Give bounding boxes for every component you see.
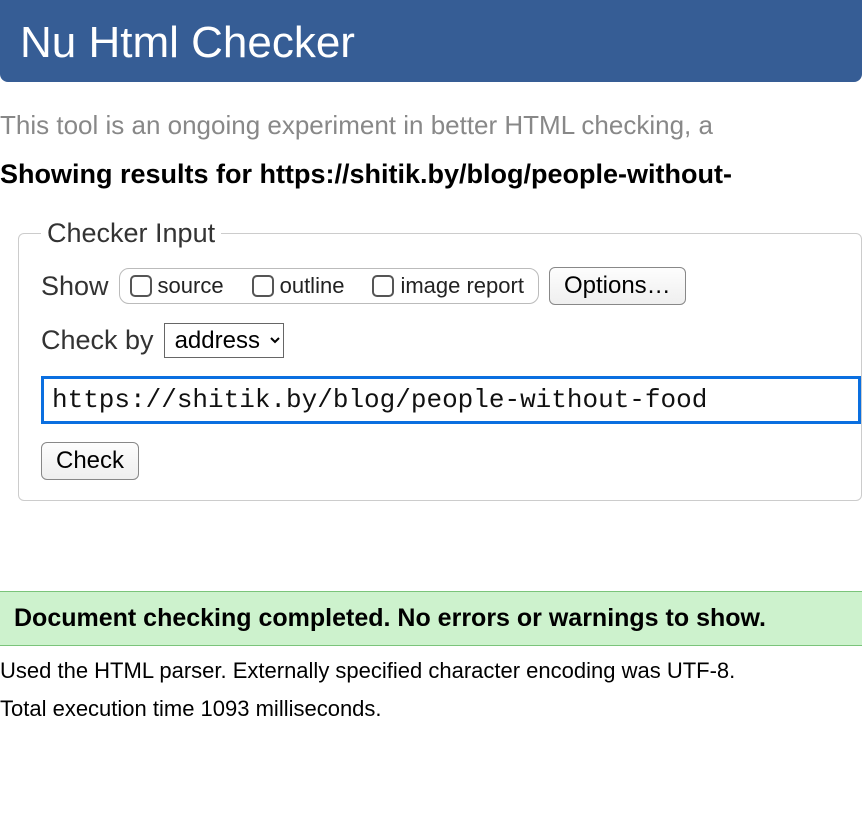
url-row	[41, 376, 861, 424]
fieldset-legend: Checker Input	[41, 218, 221, 249]
outline-checkbox-label: outline	[280, 273, 345, 299]
results-heading: Showing results for https://shitik.by/bl…	[0, 159, 862, 190]
show-checkbox-group: source outline image report	[119, 268, 539, 304]
parser-info: Used the HTML parser. Externally specifi…	[0, 658, 862, 684]
source-checkbox-label: source	[158, 273, 224, 299]
check-button[interactable]: Check	[41, 442, 139, 480]
image-report-checkbox-label: image report	[400, 273, 524, 299]
source-checkbox[interactable]	[130, 275, 152, 297]
options-button[interactable]: Options…	[549, 267, 686, 305]
show-label: Show	[41, 271, 109, 302]
submit-row: Check	[41, 442, 861, 480]
checkby-label: Check by	[41, 325, 154, 356]
checker-input-fieldset: Checker Input Show source outline image …	[18, 218, 862, 501]
page-header: Nu Html Checker	[0, 0, 862, 82]
image-report-checkbox-item[interactable]: image report	[372, 273, 524, 299]
outline-checkbox[interactable]	[252, 275, 274, 297]
intro-text: This tool is an ongoing experiment in be…	[0, 110, 862, 141]
timing-info: Total execution time 1093 milliseconds.	[0, 696, 862, 722]
checkby-select[interactable]: address	[164, 323, 284, 358]
checkby-row: Check by address	[41, 323, 861, 358]
success-banner: Document checking completed. No errors o…	[0, 591, 862, 646]
source-checkbox-item[interactable]: source	[130, 273, 224, 299]
page-title: Nu Html Checker	[20, 18, 842, 68]
image-report-checkbox[interactable]	[372, 275, 394, 297]
url-input[interactable]	[41, 376, 861, 424]
outline-checkbox-item[interactable]: outline	[252, 273, 345, 299]
show-row: Show source outline image report Options…	[41, 267, 861, 305]
